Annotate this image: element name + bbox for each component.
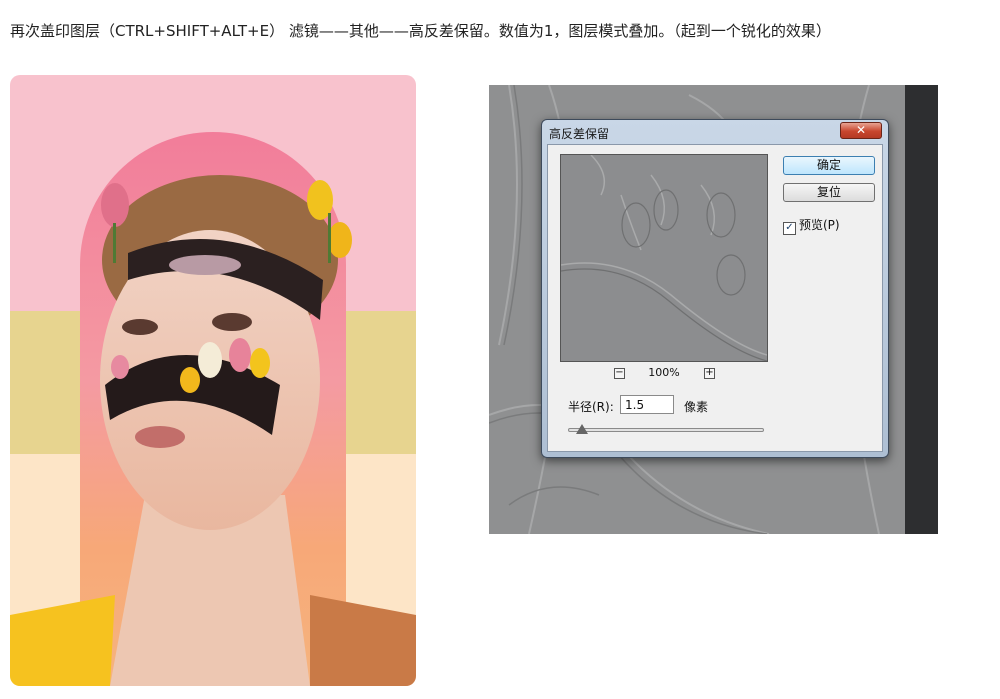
- minus-icon: −: [615, 367, 624, 378]
- radius-input[interactable]: [620, 395, 674, 414]
- plus-icon: +: [705, 367, 714, 378]
- preview-checkbox-row[interactable]: ✓ 预览(P): [783, 216, 840, 235]
- close-button[interactable]: ✕: [840, 122, 882, 139]
- photoshop-canvas: 高反差保留 ✕ − 100% + 确定 复位 ✓ 预览(P) 半径(R): 1.…: [489, 85, 938, 534]
- dialog-title: 高反差保留: [549, 127, 610, 141]
- ok-button[interactable]: 确定: [783, 156, 875, 175]
- radius-slider-thumb[interactable]: [576, 424, 588, 434]
- filter-preview-pane[interactable]: [560, 154, 768, 362]
- preview-checkbox[interactable]: ✓: [783, 222, 796, 235]
- reset-button[interactable]: 复位: [783, 183, 875, 202]
- collage-artwork: [10, 75, 416, 686]
- zoom-in-button[interactable]: +: [704, 368, 715, 379]
- checkmark-icon: ✓: [785, 222, 794, 233]
- radius-slider-track[interactable]: [568, 428, 764, 432]
- preview-label: 预览(P): [799, 218, 840, 232]
- radius-label: 半径(R):: [568, 400, 614, 414]
- close-icon: ✕: [855, 123, 867, 137]
- instruction-text: 再次盖印图层（CTRL+SHIFT+ALT+E） 滤镜——其他——高反差保留。数…: [10, 22, 831, 40]
- dialog-body: − 100% + 确定 复位 ✓ 预览(P) 半径(R): 像素: [547, 144, 883, 452]
- collage-image: [10, 75, 416, 686]
- radius-unit: 像素: [684, 400, 709, 414]
- zoom-level: 100%: [648, 366, 680, 379]
- panel-scrollbar[interactable]: [905, 85, 938, 534]
- preview-image: [561, 155, 767, 361]
- zoom-out-button[interactable]: −: [614, 368, 625, 379]
- high-pass-dialog: 高反差保留 ✕ − 100% + 确定 复位 ✓ 预览(P) 半径(R): 1.…: [541, 119, 889, 458]
